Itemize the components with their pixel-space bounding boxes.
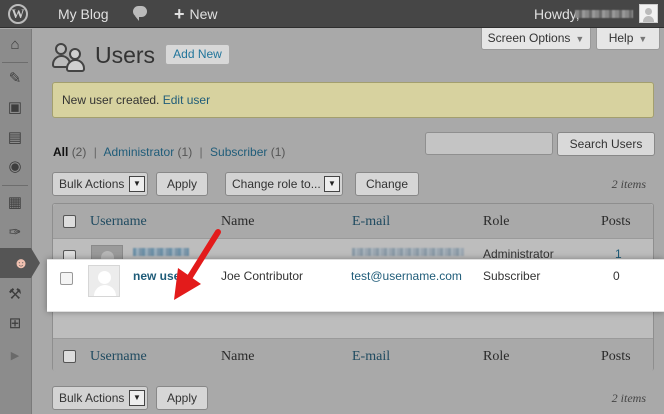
site-name-link[interactable]: My Blog (58, 0, 109, 28)
table-header: Username Name E-mail Role Posts (53, 204, 653, 238)
filter-separator: | (199, 145, 203, 159)
admin-bar-avatar[interactable] (639, 4, 658, 23)
change-role-label: Change role to... (232, 177, 321, 191)
items-count: 2 items (611, 391, 646, 405)
select-all-checkbox[interactable] (63, 215, 76, 228)
collapse-menu-icon[interactable]: ▶ (3, 343, 27, 367)
screen-options-label: Screen Options (487, 31, 571, 45)
filter-separator: | (93, 145, 97, 159)
new-user-username-link[interactable]: new user (133, 269, 185, 283)
media-icon[interactable]: ▣ (3, 95, 27, 119)
screen-options-button[interactable]: Screen Options ▼ (481, 28, 591, 50)
main-content: Screen Options ▼ Help ▼ Users Add New New … (40, 28, 664, 414)
plugins-icon[interactable]: ✑ (3, 220, 27, 244)
table-row-new-user: new user Joe Contributor test@username.c… (47, 259, 664, 312)
user-name: Joe Contributor (221, 269, 304, 283)
filter-administrator[interactable]: Administrator (104, 145, 175, 159)
column-role: Role (483, 349, 510, 364)
bulk-actions-select[interactable]: Bulk Actions ▼ (52, 172, 148, 196)
comments-bubble-icon[interactable] (133, 6, 147, 21)
row-checkbox[interactable] (60, 272, 73, 285)
filter-all-count: (2) (71, 145, 87, 159)
blurred-email[interactable] (352, 248, 464, 256)
search-users-input[interactable] (425, 132, 553, 155)
wordpress-logo-icon[interactable]: W (8, 4, 28, 24)
blurred-username[interactable] (133, 248, 189, 256)
caret-down-icon: ▼ (575, 34, 585, 44)
apply-button-bottom[interactable]: Apply (156, 386, 208, 410)
tablenav-top: Bulk Actions ▼ Apply Change role to... ▼ C… (52, 172, 654, 198)
caret-down-icon: ▼ (638, 34, 648, 44)
plus-icon: + (174, 4, 185, 24)
column-email[interactable]: E-mail (352, 214, 390, 230)
settings-icon[interactable]: ⊞ (3, 311, 27, 335)
posts-icon[interactable]: ✎ (3, 66, 27, 90)
users-menu-icon[interactable]: ☻ (0, 248, 40, 278)
dropdown-arrow-icon: ▼ (324, 176, 340, 192)
notice-text: New user created. (62, 93, 160, 107)
column-name[interactable]: Name (221, 349, 254, 365)
filter-subscriber[interactable]: Subscriber (210, 145, 267, 159)
column-posts[interactable]: Posts (601, 349, 631, 365)
appearance-icon[interactable]: ▦ (3, 190, 27, 214)
user-avatar (88, 265, 120, 297)
user-posts-count: 0 (613, 269, 620, 283)
filter-subscriber-count: (1) (270, 145, 286, 159)
dashboard-icon[interactable]: ⌂ (3, 32, 27, 56)
page-title: Users (95, 42, 156, 68)
items-count: 2 items (611, 177, 646, 191)
new-content-menu[interactable]: + New (174, 0, 218, 28)
filter-administrator-count: (1) (177, 145, 193, 159)
column-posts[interactable]: Posts (601, 214, 631, 230)
column-username[interactable]: Username (90, 349, 147, 365)
sidebar-separator (2, 185, 28, 186)
help-button[interactable]: Help ▼ (596, 28, 660, 50)
table-footer: Username Name E-mail Role Posts (53, 338, 653, 372)
dropdown-arrow-icon: ▼ (129, 390, 145, 406)
add-new-button[interactable]: Add New (165, 44, 230, 65)
change-role-button[interactable]: Change (355, 172, 419, 196)
tablenav-bottom: Bulk Actions ▼ Apply 2 items (52, 386, 654, 412)
bulk-actions-label: Bulk Actions (59, 177, 125, 191)
user-email-link[interactable]: test@username.com (351, 269, 462, 283)
admin-bar: W My Blog + New Howdy, (0, 0, 664, 28)
column-email[interactable]: E-mail (352, 349, 390, 365)
select-all-checkbox-footer[interactable] (63, 350, 76, 363)
howdy-label[interactable]: Howdy, (534, 0, 580, 28)
change-role-select[interactable]: Change role to... ▼ (225, 172, 343, 196)
tools-icon[interactable]: ⚒ (3, 282, 27, 306)
sidebar-separator (2, 62, 28, 63)
help-label: Help (608, 31, 634, 45)
column-username[interactable]: Username (90, 214, 147, 230)
admin-sidebar-menu: ⌂ ✎ ▣ ▤ ◉ ▦ ✑ ☻ ⚒ ⊞ ▶ (0, 29, 40, 414)
search-users-button[interactable]: Search Users (557, 132, 655, 156)
user-created-notice: New user created. Edit user (52, 82, 654, 118)
user-role: Subscriber (483, 269, 541, 283)
bulk-actions-label: Bulk Actions (59, 391, 125, 405)
new-content-label: New (189, 6, 218, 22)
role-filter-links: All (2) | Administrator (1) | Subscriber… (53, 145, 285, 159)
column-name[interactable]: Name (221, 214, 254, 230)
dropdown-arrow-icon: ▼ (129, 176, 145, 192)
bulk-actions-select-bottom[interactable]: Bulk Actions ▼ (52, 386, 148, 410)
blurred-username[interactable] (575, 10, 633, 18)
column-role: Role (483, 214, 510, 229)
users-page-icon (52, 41, 86, 73)
comments-icon[interactable]: ◉ (3, 154, 27, 178)
filter-all[interactable]: All (53, 145, 68, 159)
pages-icon[interactable]: ▤ (3, 125, 27, 149)
apply-button[interactable]: Apply (156, 172, 208, 196)
edit-user-link[interactable]: Edit user (163, 93, 210, 107)
